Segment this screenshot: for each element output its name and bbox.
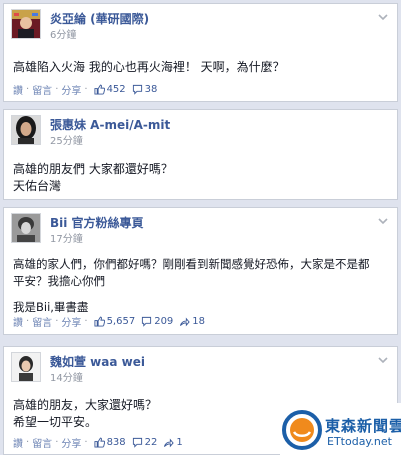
comment-link[interactable]: 留言 xyxy=(32,435,52,450)
chevron-down-icon[interactable] xyxy=(377,11,389,23)
like-link[interactable]: 讚 xyxy=(13,82,23,97)
like-count-value: 5,657 xyxy=(106,316,136,327)
like-count[interactable]: 452 xyxy=(94,84,126,95)
separator: · xyxy=(26,437,30,448)
post-timestamp[interactable]: 14分鐘 xyxy=(50,369,83,384)
thumbs-up-icon xyxy=(94,84,105,95)
separator: · xyxy=(26,316,30,327)
share-count-value: 1 xyxy=(176,437,183,448)
avatar[interactable] xyxy=(11,213,41,243)
avatar[interactable] xyxy=(11,115,41,145)
avatar-photo-icon xyxy=(12,10,40,38)
comment-count-value: 209 xyxy=(154,316,174,327)
share-count[interactable]: 18 xyxy=(179,316,205,327)
post-timestamp[interactable]: 25分鐘 xyxy=(50,132,83,147)
share-link[interactable]: 分享 xyxy=(61,435,81,450)
separator: · xyxy=(84,316,88,327)
thumbs-up-icon xyxy=(94,316,105,327)
chevron-down-icon[interactable] xyxy=(377,354,389,366)
comment-icon xyxy=(132,437,142,448)
post-text-line: 高雄的家人們，你們都好嗎？剛剛看到新聞感覺好恐佈，大家是不是都 xyxy=(13,257,370,271)
chevron-down-icon[interactable] xyxy=(377,215,389,227)
ettoday-logo-icon xyxy=(282,410,322,450)
comment-link[interactable]: 留言 xyxy=(32,314,52,329)
post-text: 高雄陷入火海 我的心也再火海裡！ 天啊，為什麼？ xyxy=(13,60,285,74)
like-count-value: 838 xyxy=(106,437,126,448)
post-actions: 讚 · 留言 · 分享 · 5,657 209 18 xyxy=(13,314,205,329)
share-count-value: 18 xyxy=(192,316,206,327)
share-link[interactable]: 分享 xyxy=(61,314,81,329)
post-timestamp[interactable]: 17分鐘 xyxy=(50,230,83,245)
page-name[interactable]: 魏如萱 waa wei xyxy=(50,353,145,370)
avatar-photo-icon xyxy=(12,214,40,242)
comment-icon xyxy=(132,84,142,95)
post-actions: 讚 · 留言 · 分享 · 838 22 1 xyxy=(13,435,183,450)
separator: · xyxy=(84,84,88,95)
separator: · xyxy=(26,84,30,95)
post-text-line: 高雄的朋友們 大家都還好嗎？ xyxy=(13,162,173,176)
separator: · xyxy=(55,84,59,95)
comment-count-value: 38 xyxy=(144,84,158,95)
post-bii: Bii 官方粉絲專頁 17分鐘 高雄的家人們，你們都好嗎？剛剛看到新聞感覺好恐佈… xyxy=(3,207,398,335)
share-arrow-icon xyxy=(180,317,190,327)
thumbs-up-icon xyxy=(94,437,105,448)
like-count[interactable]: 5,657 xyxy=(94,316,136,327)
separator: · xyxy=(55,316,59,327)
share-count[interactable]: 1 xyxy=(163,437,183,448)
comment-link[interactable]: 留言 xyxy=(32,82,52,97)
share-arrow-icon xyxy=(164,438,175,448)
comment-count-value: 22 xyxy=(144,437,158,448)
separator: · xyxy=(55,437,59,448)
post-yan-yalun: 炎亞綸 (華研國際) 6分鐘 高雄陷入火海 我的心也再火海裡！ 天啊，為什麼？ … xyxy=(3,3,398,102)
page-name[interactable]: 張惠妹 A-mei/A-mit xyxy=(50,116,170,133)
comment-icon xyxy=(142,316,152,327)
avatar[interactable] xyxy=(11,9,41,39)
comment-count[interactable]: 209 xyxy=(141,316,173,327)
separator: · xyxy=(84,437,88,448)
like-count-value: 452 xyxy=(106,84,126,95)
like-count[interactable]: 838 xyxy=(94,437,126,448)
post-a-mei: 張惠妹 A-mei/A-mit 25分鐘 高雄的朋友們 大家都還好嗎？ 天佑台灣 xyxy=(3,109,398,200)
like-link[interactable]: 讚 xyxy=(13,314,23,329)
page-name[interactable]: 炎亞綸 (華研國際) xyxy=(50,10,149,27)
ettoday-name-zh: 東森新聞雲 xyxy=(325,417,401,435)
share-link[interactable]: 分享 xyxy=(61,82,81,97)
comment-count[interactable]: 38 xyxy=(132,84,158,95)
post-actions: 讚 · 留言 · 分享 · 452 38 xyxy=(13,82,157,97)
avatar[interactable] xyxy=(11,352,41,382)
ettoday-logo: 東森新聞雲 ETtoday.net xyxy=(280,403,401,455)
comment-count[interactable]: 22 xyxy=(132,437,158,448)
post-text-line: 平安？我擔心你們 xyxy=(13,274,105,288)
ettoday-name-en: ETtoday.net xyxy=(327,435,392,448)
avatar-photo-icon xyxy=(12,353,40,381)
page-name[interactable]: Bii 官方粉絲專頁 xyxy=(50,214,144,231)
avatar-photo-icon xyxy=(12,116,40,144)
like-link[interactable]: 讚 xyxy=(13,435,23,450)
post-text-line: 天佑台灣 xyxy=(13,179,62,193)
post-timestamp[interactable]: 6分鐘 xyxy=(50,26,76,41)
